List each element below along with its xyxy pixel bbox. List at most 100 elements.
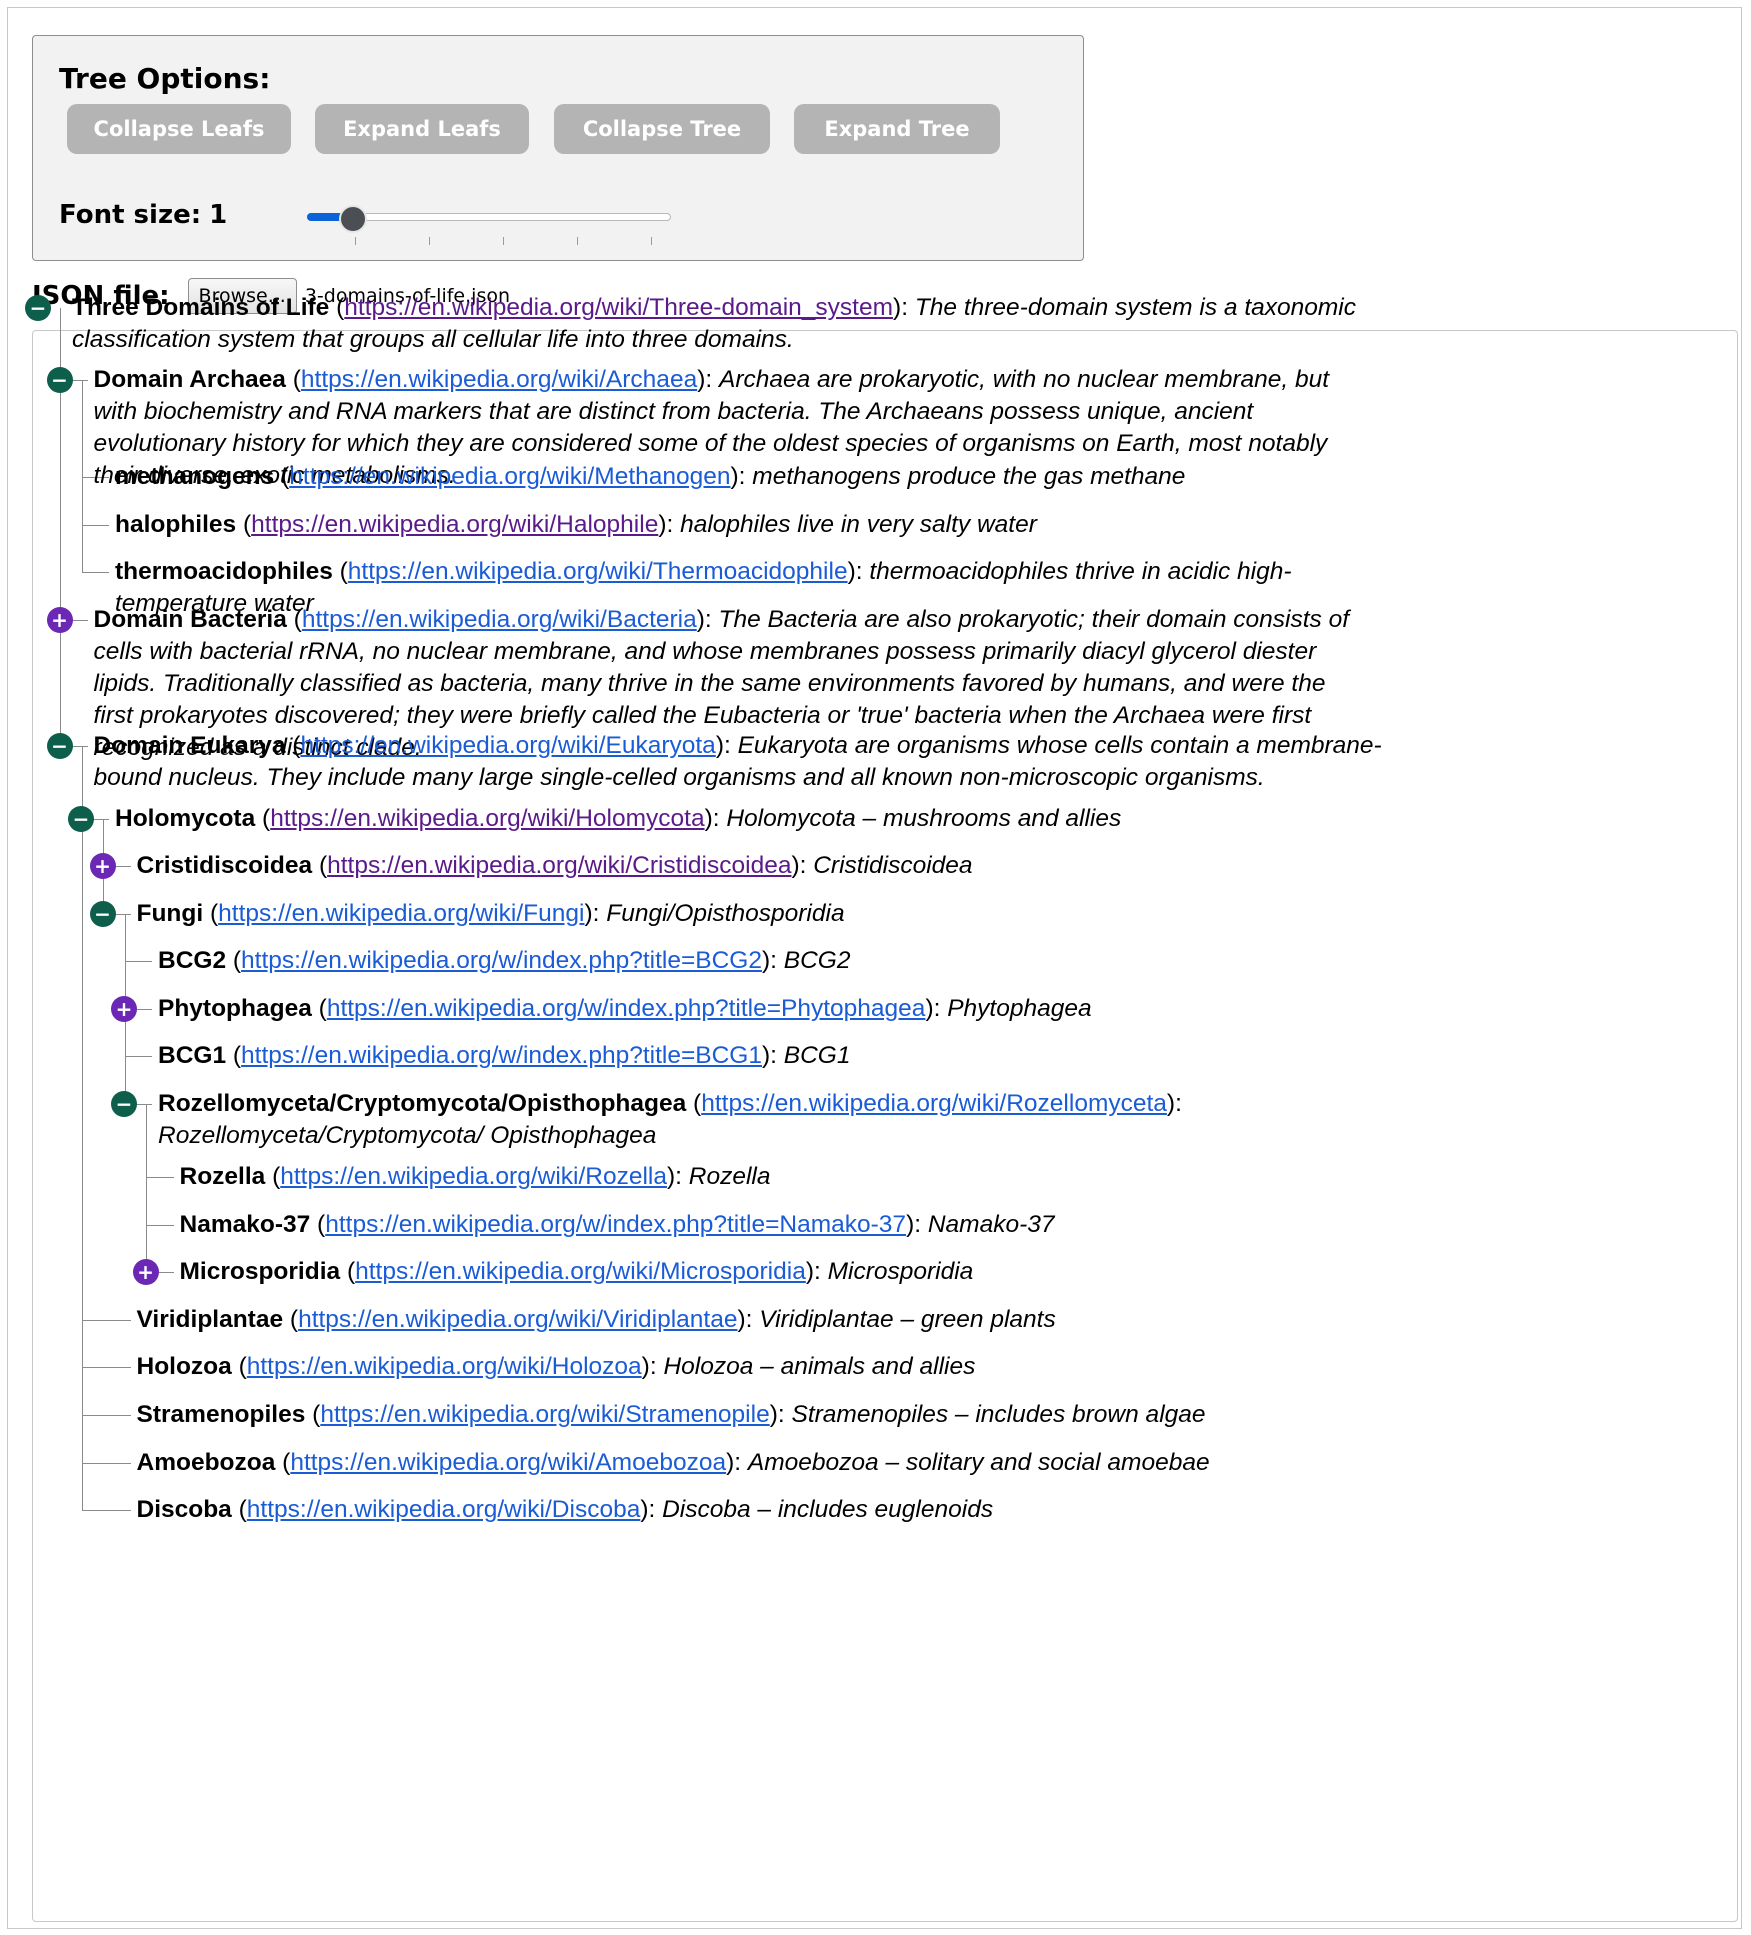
node-description: Holomycota – mushrooms and allies — [726, 805, 1122, 832]
tree-connector — [81, 525, 109, 526]
node-link[interactable]: https://en.wikipedia.org/wiki/Stramenopi… — [320, 1401, 769, 1428]
node-link[interactable]: https://en.wikipedia.org/wiki/Eukaryota — [300, 732, 715, 759]
slider-tick — [651, 237, 652, 245]
tree-node: Phytophagea (https://en.wikipedia.org/w/… — [158, 995, 1092, 1022]
minus-circle-icon[interactable]: − — [46, 367, 73, 393]
tree-node: Namako-37 (https://en.wikipedia.org/w/in… — [179, 1211, 1055, 1238]
tree-connector — [146, 1104, 147, 1272]
tree-connector — [146, 1177, 174, 1178]
tree-node: BCG1 (https://en.wikipedia.org/w/index.p… — [158, 1042, 851, 1069]
tree-connector — [81, 1415, 131, 1416]
node-link[interactable]: https://en.wikipedia.org/wiki/Archaea — [301, 366, 697, 393]
node-description: Discoba – includes euglenoids — [662, 1496, 994, 1523]
node-description: Amoebozoa – solitary and social amoebae — [747, 1449, 1210, 1476]
node-description: Rozellomyceta/Cryptomycota/ Opisthophage… — [158, 1122, 657, 1149]
tree-node: Domain Eukarya (https://en.wikipedia.org… — [93, 732, 1382, 791]
node-name: Cristidiscoidea — [136, 852, 313, 879]
collapse-leafs-button[interactable]: Collapse Leafs — [67, 104, 291, 154]
font-size-value: 1 — [209, 200, 228, 230]
slider-thumb[interactable] — [339, 205, 367, 233]
slider-tick — [577, 237, 578, 245]
minus-circle-icon[interactable]: − — [111, 1091, 137, 1117]
tree-node: Microsporidia (https://en.wikipedia.org/… — [179, 1258, 974, 1285]
font-size-slider[interactable] — [281, 181, 671, 245]
node-description: BCG2 — [783, 947, 851, 974]
node-link[interactable]: https://en.wikipedia.org/wiki/Holomycota — [270, 805, 704, 832]
minus-circle-icon[interactable]: − — [25, 295, 51, 321]
node-description: Cristidiscoidea — [813, 852, 973, 879]
node-name: Phytophagea — [158, 995, 312, 1022]
tree-view: Three Domains of Life (https://en.wikipe… — [25, 294, 1738, 1922]
node-description: methanogens produce the gas methane — [752, 463, 1186, 490]
node-name: Domain Archaea — [93, 366, 286, 393]
node-link[interactable]: https://en.wikipedia.org/wiki/Methanogen — [289, 463, 730, 490]
node-name: Fungi — [136, 900, 204, 927]
node-link[interactable]: https://en.wikipedia.org/w/index.php?tit… — [327, 995, 926, 1022]
tree-connector — [81, 1367, 131, 1368]
node-link[interactable]: https://en.wikipedia.org/wiki/Rozella — [280, 1163, 667, 1190]
node-link[interactable]: https://en.wikipedia.org/wiki/Amoebozoa — [290, 1449, 726, 1476]
node-name: Domain Eukarya — [93, 732, 286, 759]
tree-options-title: Tree Options: — [59, 62, 271, 95]
node-name: BCG1 — [158, 1042, 227, 1069]
collapse-tree-button[interactable]: Collapse Tree — [554, 104, 770, 154]
tree-node: Fungi (https://en.wikipedia.org/wiki/Fun… — [136, 900, 845, 927]
tree-node: Holozoa (https://en.wikipedia.org/wiki/H… — [136, 1353, 976, 1380]
node-link[interactable]: https://en.wikipedia.org/w/index.php?tit… — [241, 947, 762, 974]
node-description: Holozoa – animals and allies — [663, 1353, 976, 1380]
node-link[interactable]: https://en.wikipedia.org/w/index.php?tit… — [241, 1042, 762, 1069]
expand-leafs-button[interactable]: Expand Leafs — [315, 104, 529, 154]
node-link[interactable]: https://en.wikipedia.org/wiki/Holozoa — [247, 1353, 642, 1380]
node-description: Microsporidia — [827, 1258, 974, 1285]
plus-circle-icon[interactable]: + — [89, 853, 116, 879]
node-link[interactable]: https://en.wikipedia.org/wiki/Thermoacid… — [348, 558, 848, 585]
plus-circle-icon[interactable]: + — [111, 996, 137, 1022]
node-link[interactable]: https://en.wikipedia.org/wiki/Three-doma… — [344, 294, 893, 321]
node-name: Amoebozoa — [136, 1449, 276, 1476]
node-description: Rozella — [688, 1163, 771, 1190]
minus-circle-icon[interactable]: − — [46, 733, 73, 759]
minus-circle-icon[interactable]: − — [89, 901, 116, 927]
node-description: Fungi/Opisthosporidia — [606, 900, 845, 927]
node-link[interactable]: https://en.wikipedia.org/wiki/Bacteria — [302, 606, 697, 633]
node-link[interactable]: https://en.wikipedia.org/wiki/Rozellomyc… — [701, 1090, 1167, 1117]
node-description: BCG1 — [783, 1042, 851, 1069]
node-name: thermoacidophiles — [115, 558, 333, 585]
font-size-label: Font size: 1 — [59, 200, 227, 230]
tree-node: Stramenopiles (https://en.wikipedia.org/… — [136, 1401, 1206, 1428]
minus-circle-icon[interactable]: − — [68, 806, 94, 832]
tree-connector — [124, 961, 152, 962]
node-name: Viridiplantae — [136, 1306, 284, 1333]
node-description: Phytophagea — [947, 995, 1092, 1022]
tree-connector — [81, 380, 83, 572]
page-frame: Tree Options: Collapse Leafs Expand Leaf… — [7, 7, 1742, 1929]
plus-circle-icon[interactable]: + — [132, 1259, 159, 1285]
tree-node: BCG2 (https://en.wikipedia.org/w/index.p… — [158, 947, 851, 974]
slider-tick — [503, 237, 504, 245]
node-name: Holomycota — [115, 805, 256, 832]
tree-options-panel: Tree Options: Collapse Leafs Expand Leaf… — [32, 35, 1084, 261]
node-description: Eukaryota are organisms whose cells cont… — [93, 732, 1382, 791]
node-name: BCG2 — [158, 947, 227, 974]
node-name: methanogens — [115, 463, 275, 490]
node-link[interactable]: https://en.wikipedia.org/wiki/Microspori… — [355, 1258, 806, 1285]
tree-node: methanogens (https://en.wikipedia.org/wi… — [115, 463, 1186, 490]
node-link[interactable]: https://en.wikipedia.org/w/index.php?tit… — [325, 1211, 906, 1238]
slider-tick — [429, 237, 430, 245]
expand-tree-button[interactable]: Expand Tree — [794, 104, 1000, 154]
node-name: Stramenopiles — [136, 1401, 306, 1428]
node-name: Three Domains of Life — [72, 294, 330, 321]
tree-node: Rozellomyceta/Cryptomycota/Opisthophagea… — [158, 1090, 1182, 1149]
tree-node: Cristidiscoidea (https://en.wikipedia.or… — [136, 852, 973, 879]
node-link[interactable]: https://en.wikipedia.org/wiki/Halophile — [251, 511, 658, 538]
plus-circle-icon[interactable]: + — [46, 607, 73, 633]
node-link[interactable]: https://en.wikipedia.org/wiki/Cristidisc… — [327, 852, 791, 879]
node-link[interactable]: https://en.wikipedia.org/wiki/Viridiplan… — [298, 1306, 737, 1333]
node-description: Namako-37 — [927, 1211, 1055, 1238]
node-description: Stramenopiles – includes brown algae — [791, 1401, 1206, 1428]
tree-node: halophiles (https://en.wikipedia.org/wik… — [115, 511, 1037, 538]
tree-connector — [81, 1510, 131, 1511]
node-link[interactable]: https://en.wikipedia.org/wiki/Discoba — [247, 1496, 641, 1523]
tree-connector — [146, 1225, 174, 1226]
node-link[interactable]: https://en.wikipedia.org/wiki/Fungi — [218, 900, 584, 927]
